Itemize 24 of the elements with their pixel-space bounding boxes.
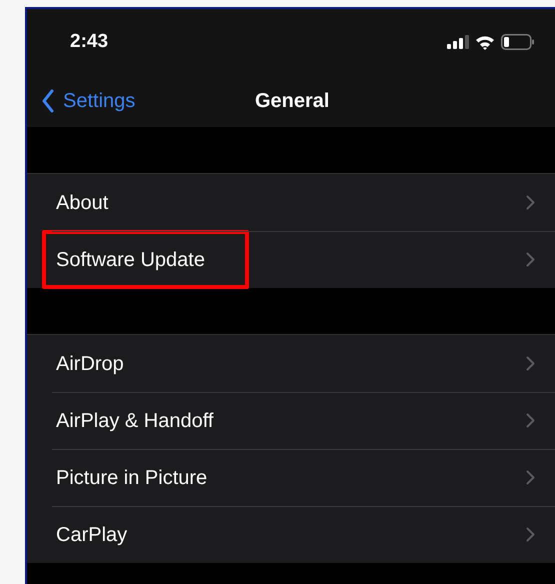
chevron-left-icon [41,89,55,113]
chevron-right-icon [526,195,535,210]
row-label: Picture in Picture [55,466,208,491]
row-label: CarPlay [55,523,128,548]
row-label: AirPlay & Handoff [55,409,214,434]
row-label: AirDrop [55,352,125,377]
settings-row[interactable]: Picture in Picture [27,449,555,506]
chevron-right-icon [526,413,535,428]
wifi-icon [475,34,495,50]
signal-icon [447,35,469,49]
settings-row[interactable]: AirDrop [27,335,555,392]
row-label: About [55,191,110,216]
chevron-right-icon [526,470,535,485]
screen-title: General [255,90,330,112]
status-time: 2:43 [70,31,108,53]
settings-row[interactable]: CarPlay [27,506,555,563]
chevron-right-icon [526,527,535,542]
settings-row[interactable]: About [27,174,555,231]
chevron-right-icon [526,252,535,267]
battery-icon [501,34,535,50]
back-button[interactable]: Settings [27,89,136,113]
chevron-right-icon [526,356,535,371]
settings-row[interactable]: Software Update [27,231,555,288]
settings-row[interactable]: AirPlay & Handoff [27,392,555,449]
